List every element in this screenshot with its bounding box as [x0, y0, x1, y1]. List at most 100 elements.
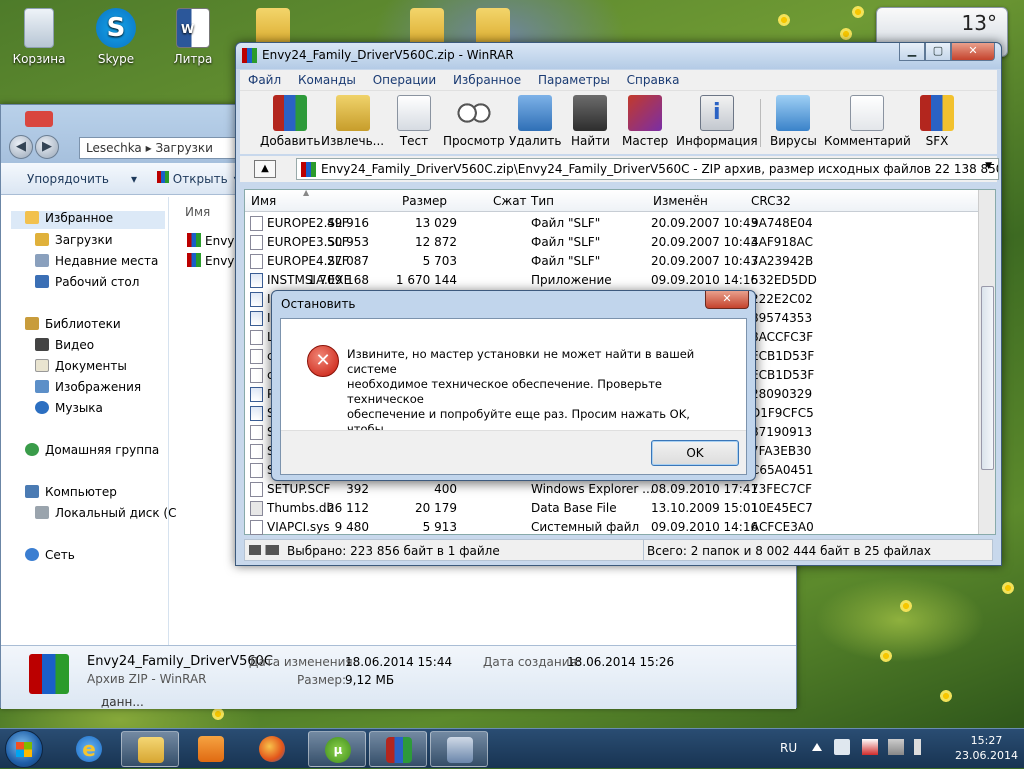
menu-commands[interactable]: Команды [298, 73, 356, 87]
cell-packed: 5 703 [422, 254, 457, 268]
taskbar-explorer[interactable] [121, 731, 179, 767]
cell-crc: 4AF918AC [751, 235, 814, 249]
cell-crc: 7FA3EB30 [751, 444, 812, 458]
menu-operations[interactable]: Операции [373, 73, 436, 87]
vertical-scrollbar[interactable] [978, 190, 995, 534]
start-button[interactable] [5, 730, 43, 768]
table-row[interactable]: VIAPCI.sys 9 480 5 913 Системный файл 09.09.… [245, 518, 979, 537]
cell-type: Системный файл [531, 520, 640, 534]
sidebar-item-music[interactable]: Музыка [35, 401, 103, 419]
menu-favorites[interactable]: Избранное [453, 73, 521, 87]
sidebar-item-pictures[interactable]: Изображения [35, 380, 141, 398]
sidebar-item-favorites[interactable]: Избранное [11, 211, 165, 229]
homegroup-icon [25, 443, 39, 456]
sidebar-item-network[interactable]: Сеть [25, 548, 75, 566]
sidebar-item-recent[interactable]: Недавние места [35, 254, 158, 272]
comment-button[interactable]: Комментарий [824, 95, 911, 148]
taskbar-setup[interactable] [430, 731, 488, 767]
column-header-crc[interactable]: CRC32 [751, 194, 791, 208]
downloads-icon [35, 233, 49, 246]
cell-size: 9 480 [334, 520, 369, 534]
sfx-button[interactable]: SFX [920, 95, 954, 148]
forward-icon[interactable]: ▶ [35, 135, 59, 159]
sidebar-item-desktop[interactable]: Рабочий стол [35, 275, 139, 293]
column-header-type[interactable]: Тип [531, 194, 554, 208]
ok-button[interactable]: OK [651, 440, 739, 466]
view-button[interactable]: Просмотр [443, 95, 505, 148]
desktop-icon-word-doc[interactable]: W Литра [158, 8, 228, 66]
maximize-button[interactable]: ▢ [925, 43, 951, 61]
table-row[interactable]: SETUP.SCF 392 400 Windows Explorer ... 08.09… [245, 480, 979, 499]
open-button[interactable]: Открыть [173, 172, 228, 186]
weather-temperature: 13° [961, 11, 997, 35]
back-icon[interactable]: ◀ [9, 135, 33, 159]
network-status-icon[interactable] [888, 739, 904, 755]
tray-app-icon[interactable] [834, 739, 850, 755]
sidebar-item-label: Документы [55, 359, 127, 373]
sidebar-item-local-disk[interactable]: Локальный диск (С [35, 506, 176, 524]
taskbar-firefox[interactable] [243, 731, 301, 767]
cell-size: 26 112 [327, 501, 369, 515]
sidebar-item-computer[interactable]: Компьютер [25, 485, 117, 503]
desktop-icon-skype[interactable]: S Skype [81, 8, 151, 66]
desktop-icon-recycle-bin[interactable]: Корзина [4, 8, 74, 66]
column-header-packed[interactable]: Сжат [493, 194, 527, 208]
table-row[interactable]: EUROPE4.SLF 27 087 5 703 Файл "SLF" 20.09.20… [245, 252, 979, 271]
chevron-down-icon[interactable]: ▼ [985, 161, 992, 171]
menu-file[interactable]: Файл [248, 73, 281, 87]
table-row[interactable]: Thumbs.db 26 112 20 179 Data Base File 13.10… [245, 499, 979, 518]
column-header-size[interactable]: Размер [402, 194, 447, 208]
column-header-name[interactable]: Имя [251, 194, 276, 208]
explorer-address-bar[interactable]: Lesechka ▸ Загрузки [79, 137, 239, 159]
wizard-button[interactable]: Мастер [622, 95, 668, 148]
extract-button[interactable]: Извлечь... [321, 95, 384, 148]
taskbar-winrar[interactable] [369, 731, 427, 767]
file-icon [250, 216, 263, 231]
table-row[interactable]: INSTMSIA.EXE 1 709 168 1 670 144 Приложение… [245, 271, 979, 290]
sidebar-item-video[interactable]: Видео [35, 338, 94, 356]
libraries-icon [25, 317, 39, 330]
chevron-down-icon[interactable]: ▾ [131, 172, 137, 186]
table-row[interactable]: EUROPE2.SLF 49 916 13 029 Файл "SLF" 20.09.2… [245, 214, 979, 233]
winrar-titlebar[interactable]: Envy24_Family_DriverV560C.zip - WinRAR ▁… [236, 43, 1001, 69]
sidebar-item-homegroup[interactable]: Домашняя группа [25, 443, 159, 461]
clock[interactable]: 15:27 23.06.2014 [955, 733, 1018, 763]
status-total: Всего: 2 папок и 8 002 444 байт в 25 фай… [647, 544, 931, 558]
taskbar-media-player[interactable] [182, 731, 240, 767]
column-header-modified[interactable]: Изменён [653, 194, 708, 208]
volume-muted-icon[interactable] [914, 739, 930, 755]
file-icon [250, 444, 263, 459]
menu-options[interactable]: Параметры [538, 73, 610, 87]
minimize-button[interactable]: ▁ [899, 43, 925, 61]
column-header-name[interactable]: Имя [185, 205, 210, 219]
up-folder-button[interactable]: ▲ [254, 160, 276, 178]
virus-scan-button[interactable]: Вирусы [770, 95, 817, 148]
explorer-close-icon[interactable] [25, 111, 53, 127]
dialog-close-button[interactable]: ✕ [705, 291, 749, 309]
path-combobox[interactable]: Envy24_Family_DriverV560C.zip\Envy24_Fam… [296, 158, 999, 180]
taskbar-utorrent[interactable]: µ [308, 731, 366, 767]
language-indicator[interactable]: RU [780, 741, 797, 755]
breadcrumb-item[interactable]: Загрузки [155, 141, 213, 155]
breadcrumb-item[interactable]: Lesechka [86, 141, 142, 155]
cell-modified: 09.09.2010 14:16 [651, 520, 759, 534]
close-button[interactable]: ✕ [951, 43, 995, 61]
action-center-icon[interactable] [862, 739, 878, 755]
delete-button[interactable]: Удалить [509, 95, 562, 148]
show-hidden-icons-icon[interactable] [812, 741, 822, 751]
taskbar-ie[interactable]: e [60, 731, 118, 767]
error-dialog[interactable]: Остановить ✕ ✕ Извините, но мастер устан… [271, 290, 756, 481]
info-button[interactable]: i Информация [676, 95, 758, 148]
add-button-label: Добавить [260, 134, 321, 148]
scrollbar-thumb[interactable] [981, 286, 994, 470]
organize-button[interactable]: Упорядочить [27, 172, 109, 186]
table-row[interactable]: EUROPE3.SLF 50 953 12 872 Файл "SLF" 20.09.2… [245, 233, 979, 252]
sidebar-item-documents[interactable]: Документы [35, 359, 127, 377]
menu-help[interactable]: Справка [627, 73, 680, 87]
find-button[interactable]: Найти [571, 95, 610, 148]
add-button[interactable]: Добавить [260, 95, 320, 148]
sidebar-item-downloads[interactable]: Загрузки [35, 233, 113, 251]
application-file-icon [250, 273, 263, 288]
test-button[interactable]: Тест [397, 95, 431, 148]
sidebar-item-libraries[interactable]: Библиотеки [25, 317, 121, 335]
